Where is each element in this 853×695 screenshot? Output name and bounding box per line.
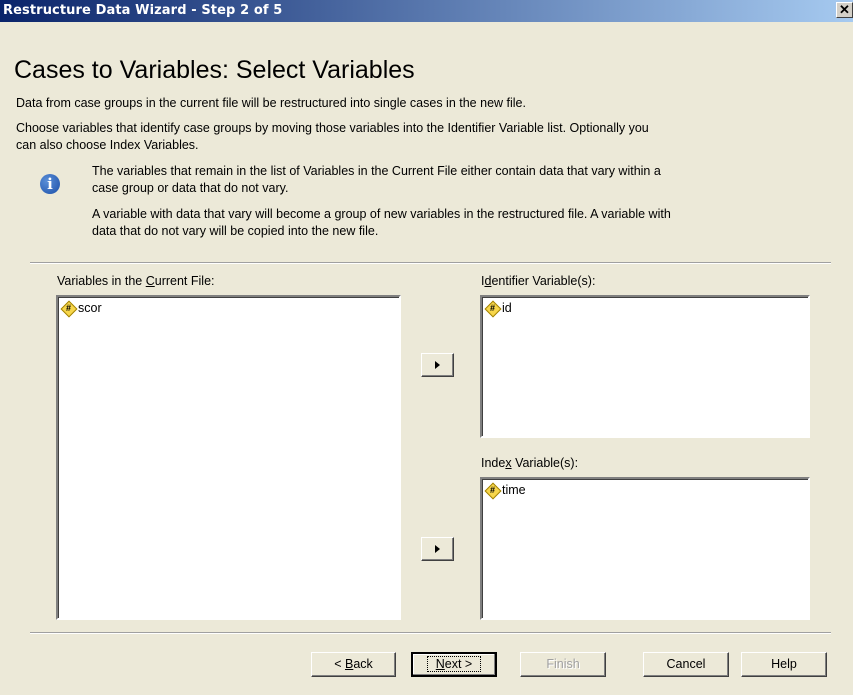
finish-button[interactable]: Finish bbox=[520, 652, 606, 677]
info-text-1-line1: The variables that remain in the list of… bbox=[92, 164, 661, 178]
intro-text: Data from case groups in the current fil… bbox=[16, 96, 526, 110]
info-icon: i bbox=[40, 174, 60, 194]
identifier-label: Identifier Variable(s): bbox=[481, 274, 596, 288]
info-text-1-line2: case group or data that do not vary. bbox=[92, 181, 289, 195]
scale-variable-icon: # bbox=[60, 300, 78, 317]
close-button[interactable]: ✕ bbox=[836, 2, 853, 18]
close-icon: ✕ bbox=[839, 2, 850, 17]
current-file-label: Variables in the Current File: bbox=[57, 274, 215, 288]
variable-name: time bbox=[502, 483, 526, 497]
wizard-window: Restructure Data Wizard - Step 2 of 5 ✕ … bbox=[0, 0, 853, 695]
page-heading: Cases to Variables: Select Variables bbox=[14, 56, 415, 84]
move-to-identifier-button[interactable] bbox=[421, 353, 454, 377]
top-separator bbox=[30, 262, 831, 264]
cancel-button[interactable]: Cancel bbox=[643, 652, 729, 677]
next-button[interactable]: Next > bbox=[411, 652, 497, 677]
bottom-separator bbox=[30, 632, 831, 634]
back-button[interactable]: < Back bbox=[311, 652, 396, 677]
help-button[interactable]: Help bbox=[741, 652, 827, 677]
index-listbox[interactable]: # time bbox=[480, 477, 810, 620]
variable-name: id bbox=[502, 301, 512, 315]
title-bar: Restructure Data Wizard - Step 2 of 5 ✕ bbox=[0, 0, 853, 22]
info-text-2-line1: A variable with data that vary will beco… bbox=[92, 207, 671, 221]
list-item[interactable]: # scor bbox=[60, 300, 102, 317]
variable-name: scor bbox=[78, 301, 102, 315]
info-text-2-line2: data that do not vary will be copied int… bbox=[92, 224, 379, 238]
scale-variable-icon: # bbox=[484, 482, 502, 499]
move-to-index-button[interactable] bbox=[421, 537, 454, 561]
instruction-text-line1: Choose variables that identify case grou… bbox=[16, 121, 649, 135]
list-item[interactable]: # id bbox=[484, 300, 512, 317]
scale-variable-icon: # bbox=[484, 300, 502, 317]
right-arrow-icon bbox=[435, 545, 440, 553]
identifier-listbox[interactable]: # id bbox=[480, 295, 810, 438]
instruction-text-line2: can also choose Index Variables. bbox=[16, 138, 199, 152]
right-arrow-icon bbox=[435, 361, 440, 369]
list-item[interactable]: # time bbox=[484, 482, 526, 499]
current-file-listbox[interactable]: # scor bbox=[56, 295, 401, 620]
window-title: Restructure Data Wizard - Step 2 of 5 bbox=[3, 3, 283, 18]
index-label: Index Variable(s): bbox=[481, 456, 579, 470]
